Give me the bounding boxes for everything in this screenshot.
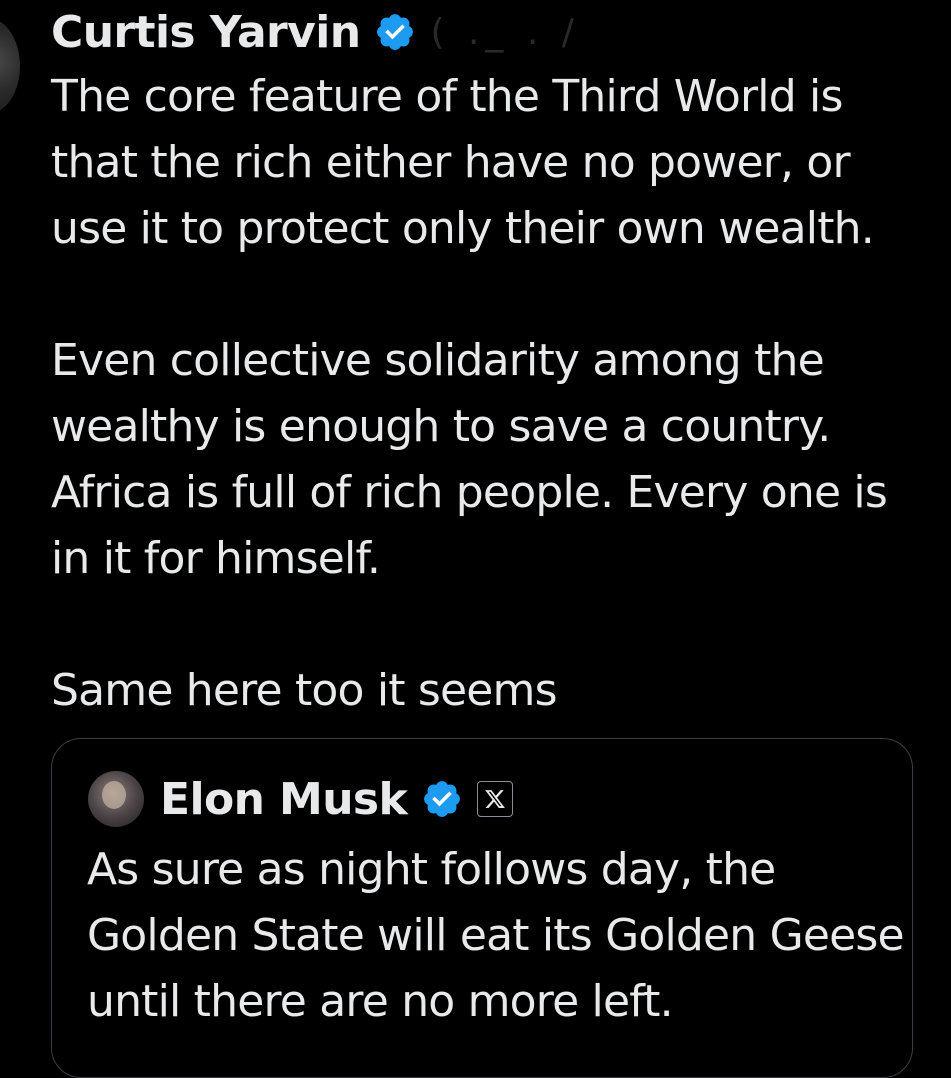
x-logo-icon[interactable]: [477, 781, 514, 817]
tweet-text: The core feature of the Third World is t…: [51, 71, 888, 716]
quoted-author-name[interactable]: Elon Musk: [160, 774, 408, 825]
quoted-tweet-text: As sure as night follows day, the Golden…: [87, 844, 905, 1027]
verified-badge-icon[interactable]: [374, 11, 416, 53]
author-handle[interactable]: ( ._ . /: [430, 12, 579, 53]
author-name[interactable]: Curtis Yarvin: [51, 7, 361, 58]
verified-badge-icon[interactable]: [421, 778, 463, 820]
quoted-tweet-header: Elon Musk: [88, 769, 514, 829]
quoted-author-avatar[interactable]: [88, 771, 144, 827]
tweet-header: Curtis Yarvin ( ._ . /: [51, 4, 580, 60]
quoted-tweet-card[interactable]: Elon Musk As sure as night follows day, …: [51, 738, 913, 1078]
author-avatar[interactable]: [0, 18, 20, 114]
